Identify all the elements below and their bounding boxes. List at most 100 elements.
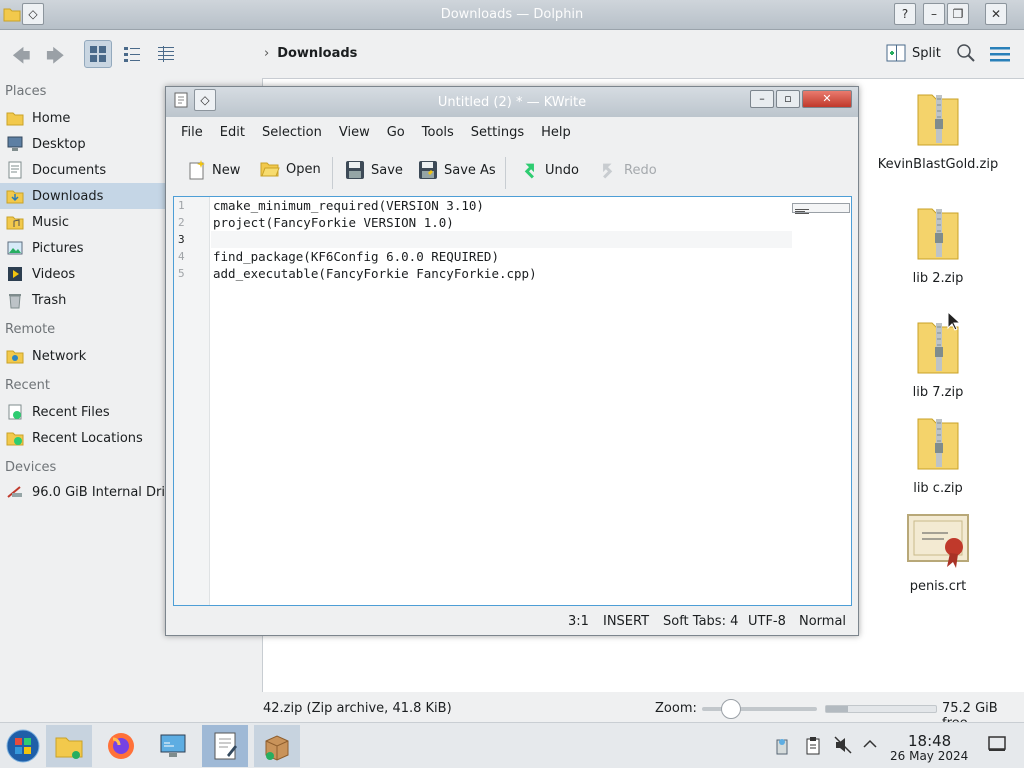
menu-go[interactable]: Go xyxy=(387,121,414,147)
new-button[interactable]: New xyxy=(188,160,240,180)
menu-view[interactable]: View xyxy=(339,121,379,147)
kwrite-menubar: File Edit Selection View Go Tools Settin… xyxy=(166,121,858,147)
dolphin-toolbar: 🡄 🡆 › Downloads Split xyxy=(0,30,1024,78)
file-item[interactable]: lib 2.zip xyxy=(873,203,1003,286)
zip-archive-icon xyxy=(917,418,959,470)
split-label: Split xyxy=(912,45,941,61)
menu-settings[interactable]: Settings xyxy=(471,121,533,147)
taskbar-kwrite[interactable] xyxy=(202,725,248,767)
pictures-icon xyxy=(6,239,24,257)
volume-muted-icon[interactable] xyxy=(834,736,852,758)
taskbar-firefox[interactable] xyxy=(98,725,144,767)
save-disk-icon xyxy=(346,161,364,179)
tray-expand-chevron-icon[interactable] xyxy=(862,736,878,756)
help-button[interactable]: ? xyxy=(894,3,916,25)
breadcrumb-current[interactable]: Downloads xyxy=(277,46,357,61)
hard-drive-icon xyxy=(6,483,24,501)
start-button[interactable] xyxy=(0,725,46,767)
search-icon[interactable] xyxy=(956,43,976,67)
cursor-position[interactable]: 3:1 xyxy=(568,614,589,629)
documents-icon xyxy=(6,161,24,179)
zoom-slider[interactable] xyxy=(702,707,817,711)
kwrite-window: ◇ Untitled (2) * — KWrite – ▫ ✕ File Edi… xyxy=(165,86,859,636)
file-item[interactable]: lib 7.zip xyxy=(873,317,1003,400)
disk-usage-bar xyxy=(825,705,937,713)
menu-selection[interactable]: Selection xyxy=(262,121,331,147)
recent-locations-icon xyxy=(6,429,24,447)
split-view-icon xyxy=(886,44,906,62)
open-button[interactable]: Open xyxy=(260,160,321,178)
input-mode[interactable]: INSERT xyxy=(603,614,649,629)
menu-file[interactable]: File xyxy=(181,121,212,147)
file-name: KevinBlastGold.zip xyxy=(877,157,999,172)
indentation-mode[interactable]: Soft Tabs: 4 xyxy=(663,614,738,629)
current-line-highlight xyxy=(211,231,792,248)
details-list-icon xyxy=(158,46,174,62)
breadcrumb[interactable]: › Downloads xyxy=(264,46,357,61)
text-editor[interactable]: 1 2 3 4 5 cmake_minimum_required(VERSION… xyxy=(173,196,852,606)
open-folder-icon xyxy=(260,162,280,177)
menu-edit[interactable]: Edit xyxy=(220,121,254,147)
toolbar-separator xyxy=(332,157,333,189)
menu-tools[interactable]: Tools xyxy=(422,121,463,147)
forward-arrow-icon[interactable]: 🡆 xyxy=(46,44,65,74)
close-button[interactable]: ✕ xyxy=(985,3,1007,25)
details-view-button[interactable] xyxy=(152,40,180,68)
minimap[interactable] xyxy=(792,203,850,214)
kwrite-toolbar: New Open Save Save As Undo Redo xyxy=(166,151,858,191)
line-number: 1 xyxy=(178,199,185,212)
undo-arrow-icon xyxy=(524,163,534,179)
file-name: penis.crt xyxy=(909,579,967,594)
compact-view-button[interactable] xyxy=(118,40,146,68)
videos-icon xyxy=(6,265,24,283)
minimap-preview xyxy=(795,209,809,214)
syntax-mode[interactable]: Normal xyxy=(799,614,846,629)
dolphin-statusbar: 42.zip (Zip archive, 41.8 KiB) Zoom: 75.… xyxy=(262,694,1024,731)
file-item[interactable]: lib c.zip xyxy=(873,413,1003,496)
clipboard-icon[interactable] xyxy=(805,736,821,760)
places-header: Places xyxy=(5,84,47,99)
icons-view-button[interactable] xyxy=(84,40,112,68)
back-arrow-icon[interactable]: 🡄 xyxy=(12,44,31,74)
encoding[interactable]: UTF-8 xyxy=(748,614,786,629)
zip-archive-icon xyxy=(917,208,959,260)
system-monitor-icon xyxy=(160,734,186,757)
save-as-button[interactable]: Save As xyxy=(418,160,496,180)
redo-arrow-icon xyxy=(603,163,613,179)
disk-usage-fill xyxy=(826,706,848,712)
clock-date[interactable]: 26 May 2024 xyxy=(890,749,968,763)
minimize-button[interactable]: – xyxy=(923,3,945,25)
new-document-icon xyxy=(189,160,205,180)
selection-info: 42.zip (Zip archive, 41.8 KiB) xyxy=(263,701,452,716)
kwrite-minimize-button[interactable]: – xyxy=(750,90,774,108)
text-editor-icon xyxy=(214,732,237,760)
tray-device-icon[interactable] xyxy=(774,736,790,760)
kwrite-maximize-button[interactable]: ▫ xyxy=(776,90,800,108)
grid-icon xyxy=(90,46,106,62)
redo-button[interactable]: Redo xyxy=(598,160,657,180)
file-item[interactable]: penis.crt xyxy=(873,511,1003,594)
kwrite-titlebar: ◇ Untitled (2) * — KWrite – ▫ ✕ xyxy=(166,87,858,117)
zoom-slider-handle[interactable] xyxy=(720,699,741,719)
recent-header: Recent xyxy=(5,378,50,393)
menu-help[interactable]: Help xyxy=(541,121,580,147)
taskbar-dolphin[interactable] xyxy=(46,725,92,767)
compact-list-icon xyxy=(124,47,140,62)
undo-button[interactable]: Undo xyxy=(519,160,579,180)
code-line: project(FancyForkie VERSION 1.0) xyxy=(213,215,454,230)
code-line: add_executable(FancyForkie FancyForkie.c… xyxy=(213,266,537,281)
save-button[interactable]: Save xyxy=(345,160,403,180)
show-desktop-icon[interactable] xyxy=(988,736,1006,756)
split-button[interactable]: Split xyxy=(886,44,941,62)
maximize-button[interactable]: ❐ xyxy=(947,3,969,25)
code-line: find_package(KF6Config 6.0.0 REQUIRED) xyxy=(213,249,499,264)
clock-time[interactable]: 18:48 xyxy=(908,732,951,750)
taskbar-system-settings[interactable] xyxy=(150,725,196,767)
file-item[interactable]: KevinBlastGold.zip xyxy=(873,89,1003,172)
kwrite-statusbar: 3:1 INSERT Soft Tabs: 4 UTF-8 Normal xyxy=(166,611,858,635)
taskbar: 18:48 26 May 2024 xyxy=(0,722,1024,768)
hamburger-menu-icon[interactable] xyxy=(990,46,1010,66)
zoom-label: Zoom: xyxy=(655,701,697,716)
kwrite-close-button[interactable]: ✕ xyxy=(802,90,852,108)
taskbar-ark[interactable] xyxy=(254,725,300,767)
